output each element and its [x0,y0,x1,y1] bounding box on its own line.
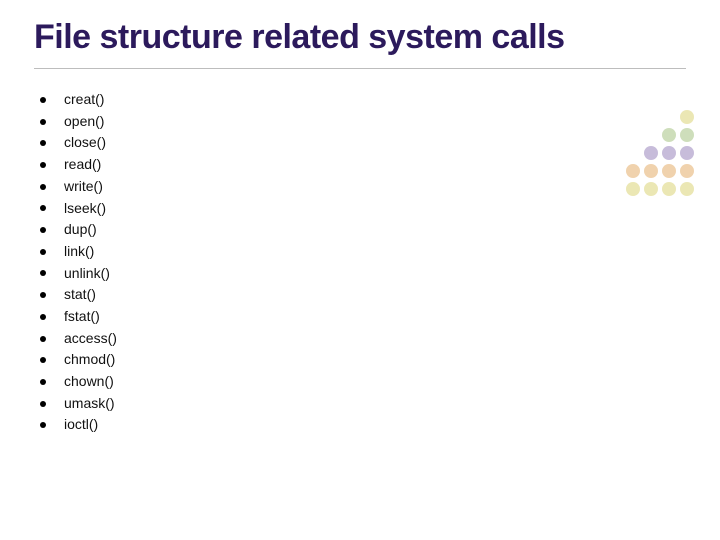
content-area: creat() open() close() read() write() ls… [34,89,686,436]
divider-line [34,68,686,69]
page-title: File structure related system calls [34,18,686,57]
list-item: umask() [36,393,117,415]
list-item: lseek() [36,198,117,220]
list-item: chown() [36,371,117,393]
list-item: ioctl() [36,414,117,436]
title-underline [34,61,686,75]
slide: File structure related system calls crea… [0,0,720,540]
syscall-list: creat() open() close() read() write() ls… [36,89,117,436]
list-item: close() [36,132,117,154]
list-item: link() [36,241,117,263]
list-item: stat() [36,284,117,306]
list-item: open() [36,111,117,133]
list-item: read() [36,154,117,176]
list-item: access() [36,328,117,350]
decorative-dot-grid [626,110,694,196]
list-item: write() [36,176,117,198]
list-item: fstat() [36,306,117,328]
list-item: dup() [36,219,117,241]
list-item: creat() [36,89,117,111]
list-item: chmod() [36,349,117,371]
list-item: unlink() [36,263,117,285]
